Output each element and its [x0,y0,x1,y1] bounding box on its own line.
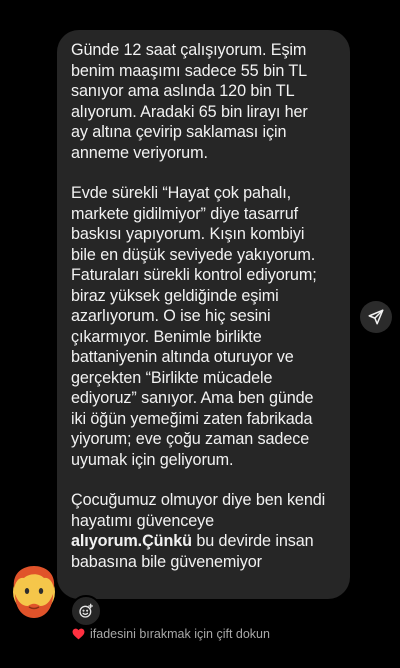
message-bubble[interactable]: Günde 12 saat çalışıyorum. Eşim benim ma… [57,30,350,599]
message-paragraph-3: Çocuğumuz olmuyor diye ben kendi hayatım… [71,490,329,572]
message-paragraph-3-start: Çocuğumuz olmuyor diye ben kendi hayatım… [71,491,326,530]
heart-icon [72,628,85,640]
double-tap-hint: ifadesini bırakmak için çift dokun [72,627,270,641]
avatar[interactable] [8,560,60,620]
hint-text: ifadesini bırakmak için çift dokun [90,627,270,641]
add-reaction-button[interactable] [70,595,102,627]
message-paragraph-2: Evde sürekli “Hayat çok pahalı, markete … [71,184,317,469]
add-reaction-icon [79,603,93,618]
message-paragraph-3-bold: alıyorum.Çünkü [71,532,192,550]
avatar-emoji [13,566,55,618]
share-button[interactable] [360,301,392,333]
send-icon [368,309,384,325]
message-paragraph-1: Günde 12 saat çalışıyorum. Eşim benim ma… [71,41,308,162]
